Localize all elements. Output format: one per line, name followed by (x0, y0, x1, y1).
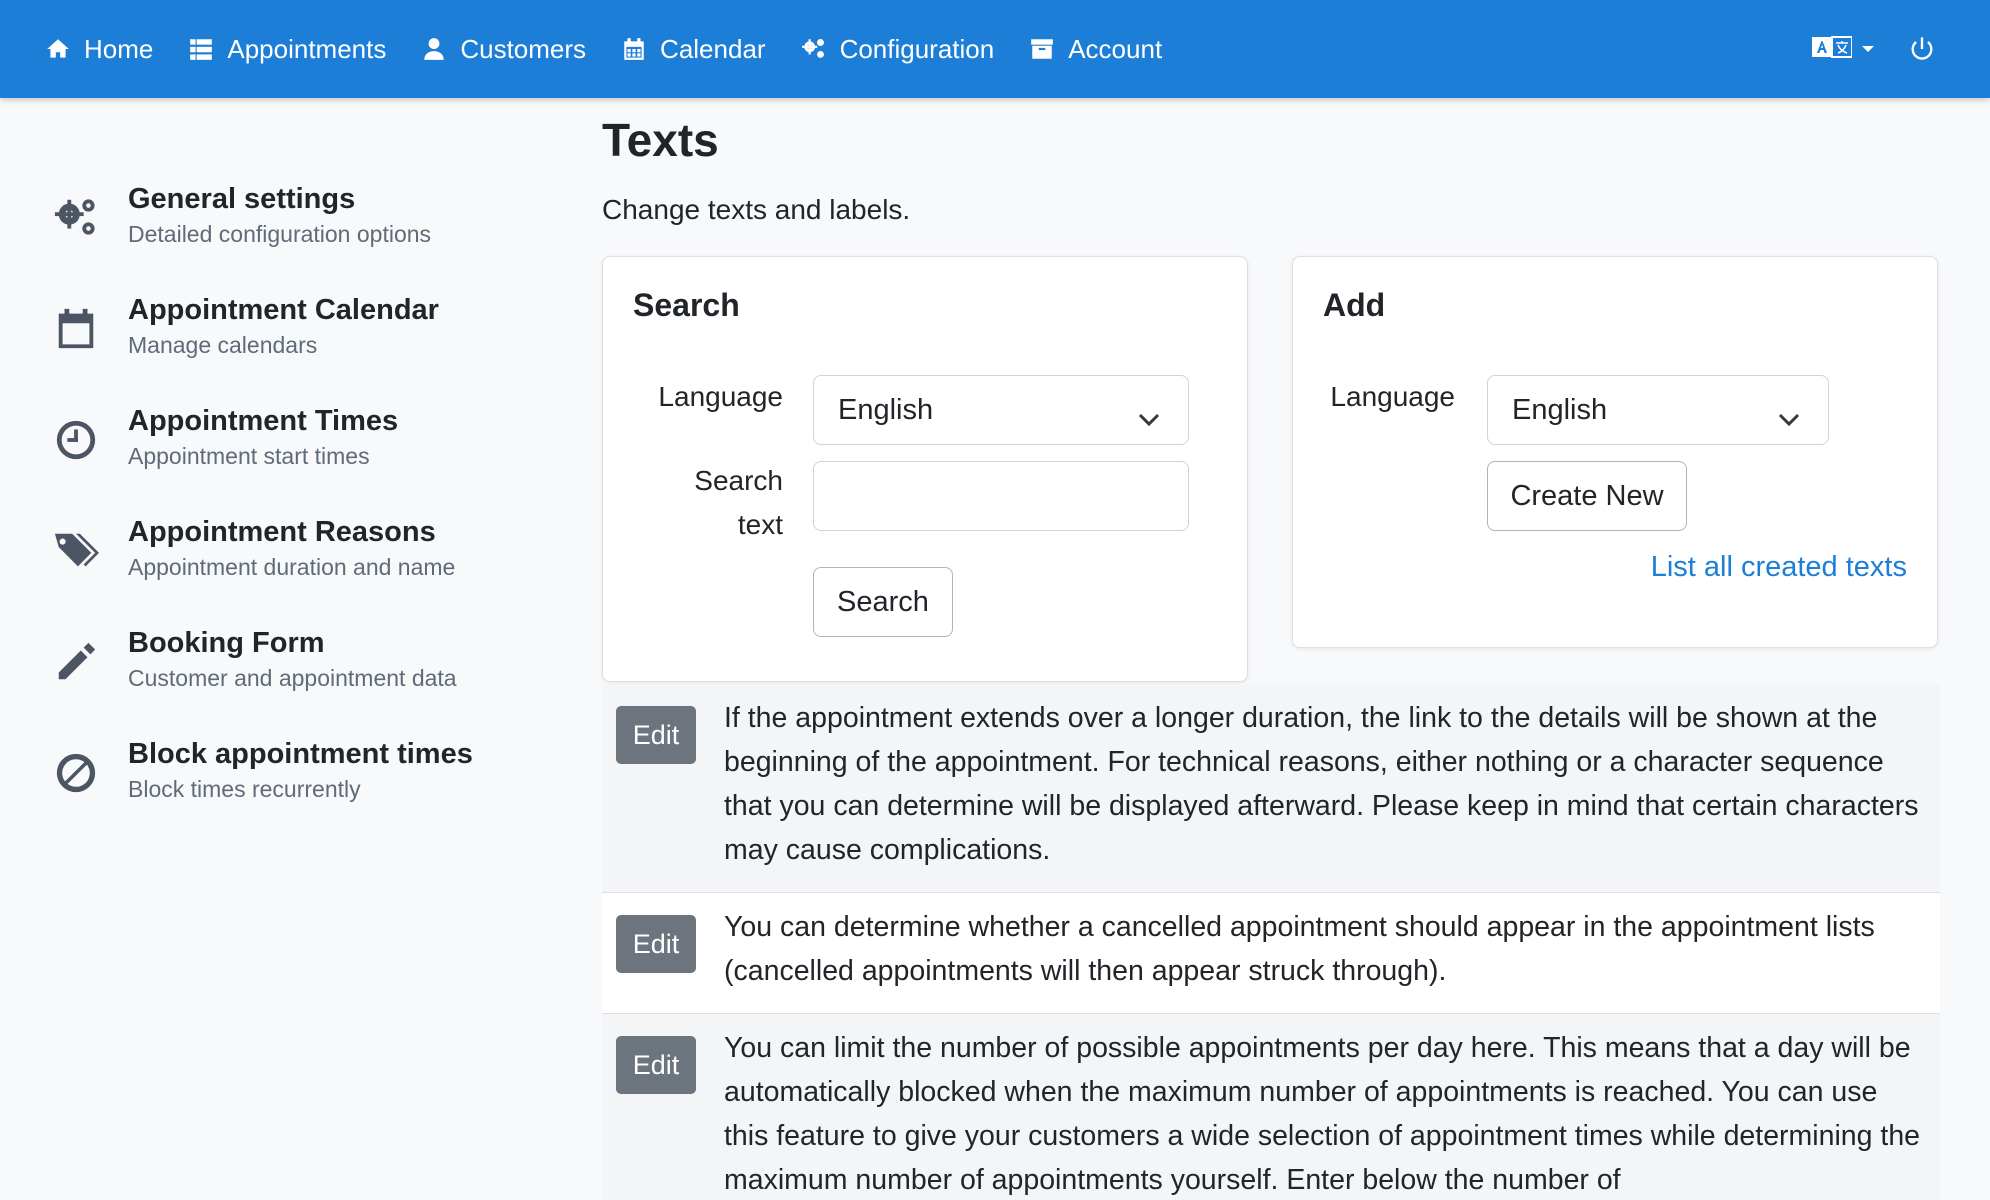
language-label: Language (1330, 381, 1455, 412)
settings-sidebar: General settings Detailed configuration … (48, 180, 568, 846)
search-text-input[interactable] (813, 461, 1189, 531)
calendar-icon (620, 35, 648, 63)
calendar-icon (48, 301, 104, 357)
sidebar-item-appointment-reasons[interactable]: Appointment Reasons Appointment duration… (48, 513, 568, 584)
main-content: Texts Change texts and labels. (602, 110, 1938, 228)
sidebar-item-booking-form[interactable]: Booking Form Customer and appointment da… (48, 624, 568, 695)
language-label: Language (658, 381, 783, 412)
nav-appointments-label: Appointments (227, 33, 387, 64)
logout-button[interactable] (1908, 35, 1936, 63)
gears-icon (800, 35, 828, 63)
list-item: Edit If the appointment extends over a l… (602, 684, 1940, 893)
sidebar-item-desc: Detailed configuration options (128, 221, 432, 247)
add-card: Add Language English Create New List all… (1292, 256, 1938, 648)
sidebar-item-appointment-times[interactable]: Appointment Times Appointment start time… (48, 402, 568, 473)
add-card-title: Add (1323, 287, 1386, 323)
edit-button[interactable]: Edit (616, 1036, 696, 1094)
language-icon (1812, 34, 1853, 65)
user-icon (420, 35, 448, 63)
sidebar-item-desc: Customer and appointment data (128, 665, 457, 691)
nav-customers[interactable]: Customers (420, 34, 586, 65)
nav-customers-label: Customers (460, 33, 587, 64)
nav-calendar[interactable]: Calendar (620, 34, 766, 65)
text-content: If the appointment extends over a longer… (724, 702, 1919, 866)
language-switcher[interactable] (1812, 34, 1874, 65)
texts-list: Edit If the appointment extends over a l… (602, 684, 1940, 1200)
nav-appointments[interactable]: Appointments (187, 34, 386, 65)
gears-icon (48, 190, 104, 246)
sidebar-item-title: Block appointment times (128, 738, 473, 770)
add-language-value: English (1512, 393, 1608, 426)
search-language-value: English (838, 393, 934, 426)
nav-account[interactable]: Account (1028, 34, 1162, 65)
search-button[interactable]: Search (813, 567, 953, 637)
list-item: Edit You can determine whether a cancell… (602, 893, 1940, 1014)
add-language-select[interactable]: English (1487, 375, 1829, 445)
sidebar-item-desc: Manage calendars (128, 332, 318, 358)
sidebar-item-title: Booking Form (128, 627, 325, 659)
edit-button[interactable]: Edit (616, 706, 696, 764)
top-navbar: Home Appointments Customers Calendar Con… (0, 0, 1990, 98)
list-all-texts-link[interactable]: List all created texts (1651, 551, 1907, 584)
sidebar-item-block-appointment-times[interactable]: Block appointment times Block times recu… (48, 735, 568, 806)
archive-icon (1028, 35, 1056, 63)
nav-calendar-label: Calendar (660, 33, 766, 64)
sidebar-item-title: Appointment Reasons (128, 516, 436, 548)
tags-icon (48, 523, 104, 579)
sidebar-item-title: Appointment Times (128, 405, 399, 437)
text-content: You can determine whether a cancelled ap… (724, 911, 1875, 987)
sidebar-item-desc: Appointment duration and name (128, 554, 456, 580)
nav-right (1812, 0, 1936, 98)
create-new-button[interactable]: Create New (1487, 461, 1687, 531)
nav-account-label: Account (1068, 33, 1163, 64)
page-title: Texts (602, 114, 719, 166)
edit-button[interactable]: Edit (616, 915, 696, 973)
pencil-icon (48, 634, 104, 690)
search-language-select[interactable]: English (813, 375, 1189, 445)
chevron-down-icon (1778, 402, 1800, 435)
sidebar-item-title: General settings (128, 183, 356, 215)
list-icon (187, 35, 215, 63)
clock-icon (48, 412, 104, 468)
sidebar-item-general-settings[interactable]: General settings Detailed configuration … (48, 180, 568, 251)
search-text-label-line1: Search (694, 465, 783, 496)
text-content: You can limit the number of possible app… (724, 1032, 1921, 1196)
search-card: Search Language English Search text Sear… (602, 256, 1248, 682)
sidebar-item-appointment-calendar[interactable]: Appointment Calendar Manage calendars (48, 291, 568, 362)
sidebar-item-desc: Block times recurrently (128, 776, 361, 802)
nav-configuration[interactable]: Configuration (800, 33, 995, 65)
page-subtitle: Change texts and labels. (602, 194, 911, 225)
search-text-label: Search text (623, 459, 783, 547)
ban-icon (48, 745, 104, 801)
sidebar-item-desc: Appointment start times (128, 443, 370, 469)
home-icon (44, 35, 72, 63)
search-card-title: Search (633, 287, 740, 323)
chevron-down-icon (1138, 402, 1160, 435)
nav-configuration-label: Configuration (839, 33, 995, 64)
power-icon (1908, 35, 1936, 63)
nav-home[interactable]: Home (44, 34, 153, 65)
list-item: Edit You can limit the number of possibl… (602, 1014, 1940, 1200)
chevron-down-icon (1862, 46, 1874, 52)
sidebar-item-title: Appointment Calendar (128, 294, 439, 326)
nav-home-label: Home (84, 33, 154, 64)
search-text-label-line2: text (737, 509, 783, 540)
